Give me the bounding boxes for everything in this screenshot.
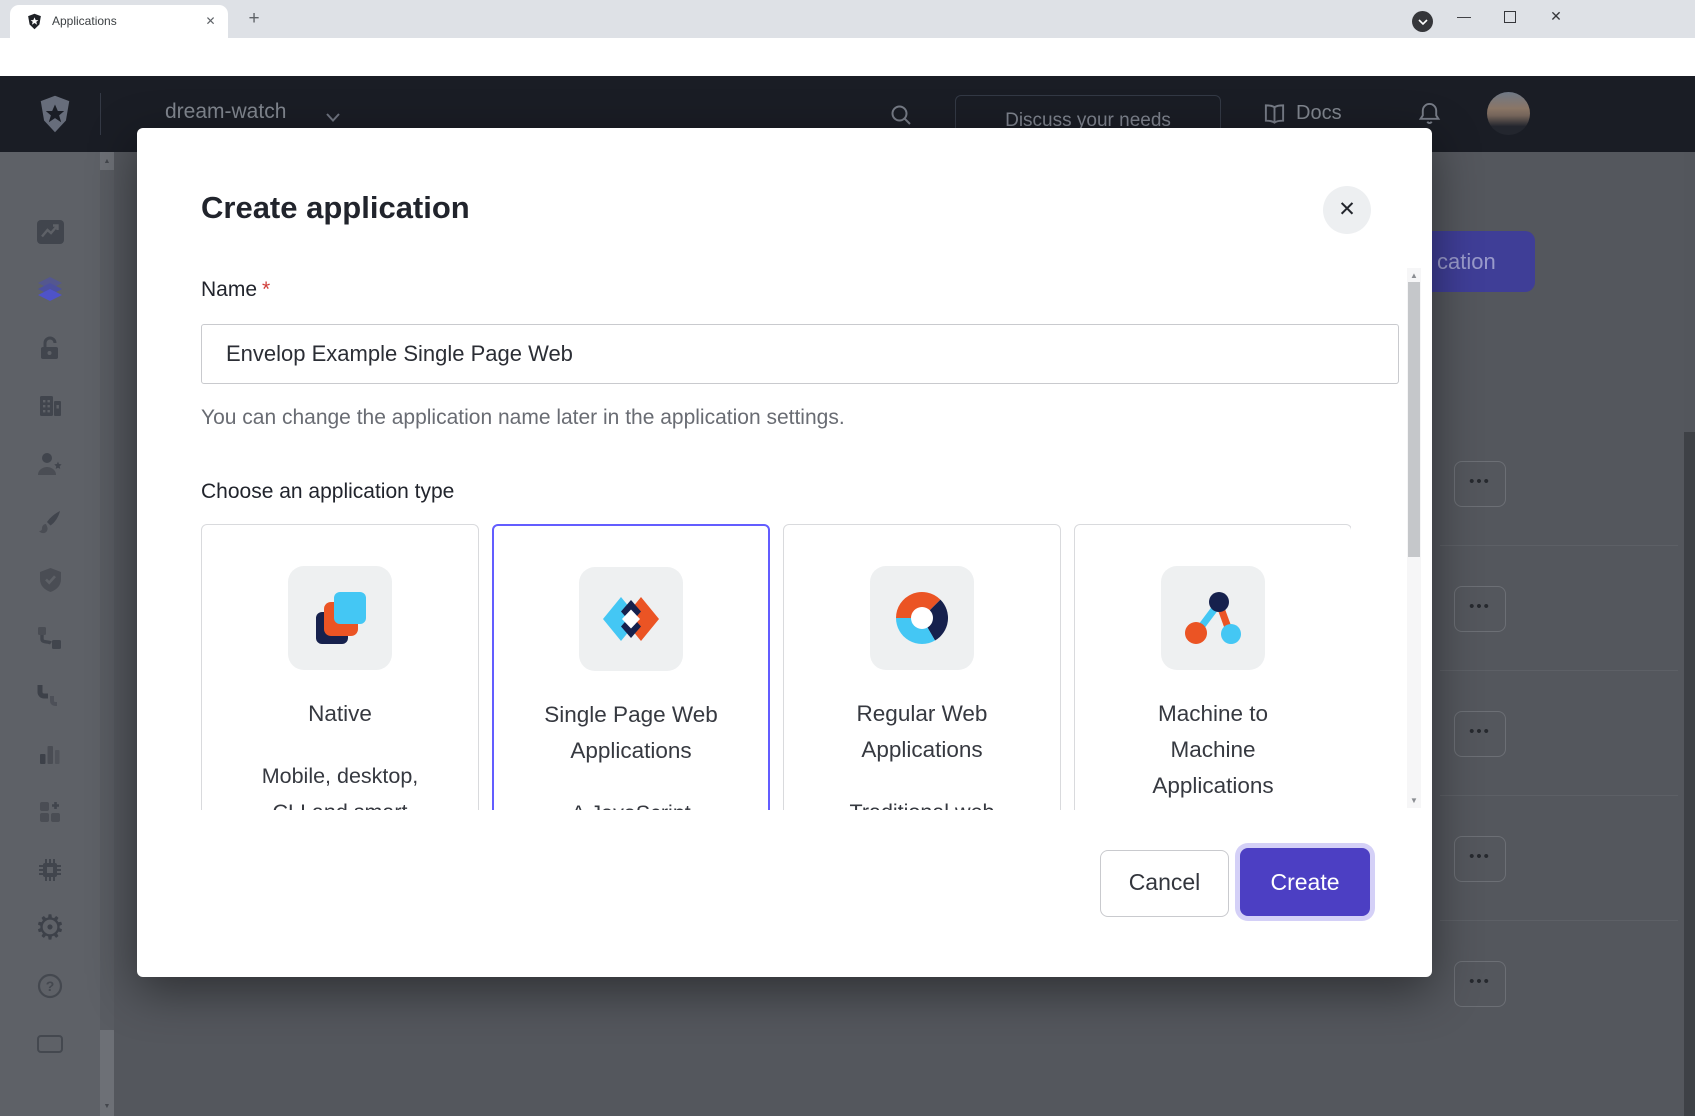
sidebar-item-extensions[interactable] [36,857,64,883]
card-title: Machine to Machine Applications [1146,696,1281,804]
native-stack-icon [308,586,372,650]
row-actions-menu-button[interactable]: ••• [1454,586,1506,632]
card-title: Single Page Web Applications [526,697,736,769]
sidebar-item-authentication[interactable] [36,335,64,361]
row-divider [1440,795,1678,796]
sidebar-scrollbar-thumb[interactable] [100,170,114,1030]
sidebar-item-security[interactable] [36,567,64,593]
auth0-favicon-icon [26,13,43,35]
create-application-modal: Create application ✕ Name* You can chang… [137,128,1432,977]
window-close-button[interactable]: ✕ [1535,0,1577,32]
card-description: Mobile, desktop, CLI and smart [245,758,435,810]
browser-tab-strip: Applications ✕ + — ✕ [0,0,1695,38]
card-single-page-web[interactable]: Single Page Web Applications A JavaScrip… [492,524,770,810]
notifications-bell-icon[interactable] [1418,102,1441,131]
maximize-icon [1504,11,1516,23]
sidebar-item-actions[interactable] [36,625,64,651]
cancel-button[interactable]: Cancel [1100,850,1229,917]
browser-tab-applications[interactable]: Applications ✕ [10,5,228,38]
modal-title: Create application [201,190,470,226]
new-tab-button[interactable]: + [244,9,264,29]
sidebar-item-activity[interactable] [36,219,64,245]
row-divider [1440,545,1678,546]
application-name-input[interactable] [201,324,1399,384]
docs-book-icon [1263,104,1286,129]
m2m-icon-tile [1161,566,1265,670]
card-regular-web[interactable]: Regular Web Applications Traditional web [783,524,1061,810]
modal-scrollbar-thumb[interactable] [1408,282,1420,557]
window-maximize-button[interactable] [1489,0,1531,32]
modal-scrollbar[interactable]: ▲ ▼ [1407,268,1421,808]
sidebar-item-branding[interactable] [36,509,64,535]
required-asterisk: * [262,278,270,301]
sidebar-item-monitoring[interactable] [36,741,64,767]
tenant-name[interactable]: dream-watch [165,100,286,124]
sidebar-item-help[interactable]: ? [36,973,64,999]
sidebar-item-applications[interactable] [36,277,64,303]
create-application-button-background[interactable]: cation [1432,231,1535,292]
name-help-text: You can change the application name late… [201,406,845,430]
regular-web-icon-tile [870,566,974,670]
card-description: Traditional web [827,794,1017,810]
card-title: Regular Web Applications [817,696,1027,768]
header-search-icon[interactable] [890,104,912,131]
tab-title: Applications [52,5,117,38]
user-avatar[interactable] [1487,92,1530,135]
page-scrollbar[interactable] [1684,152,1695,1116]
card-machine-to-machine[interactable]: Machine to Machine Applications [1074,524,1351,810]
m2m-network-icon [1181,586,1245,650]
screen: Applications ✕ + — ✕ ← → ⟳ man [0,0,1695,1116]
browser-toolbar: ← → ⟳ manage.auth0.com/dashboard/eu/drea… [0,38,1695,76]
sidebar-item-organizations[interactable] [36,393,64,419]
modal-close-icon[interactable]: ✕ [1323,186,1371,234]
sidebar-item-collapse[interactable] [36,1031,64,1057]
card-description: A JavaScript [536,795,726,810]
regular-web-donut-icon [890,586,954,650]
page-scrollbar-thumb[interactable] [1684,152,1695,432]
auth0-logo-icon [36,94,74,139]
svg-text:?: ? [46,978,55,994]
create-button[interactable]: Create [1240,848,1370,916]
header-divider [100,93,101,135]
name-label: Name* [201,278,270,302]
card-native[interactable]: Native Mobile, desktop, CLI and smart [201,524,479,810]
row-actions-menu-button[interactable]: ••• [1454,711,1506,757]
spa-icon-tile [579,567,683,671]
row-actions-menu-button[interactable]: ••• [1454,836,1506,882]
window-minimize-button[interactable]: — [1443,0,1485,32]
spa-diamond-icon [599,587,663,651]
native-icon-tile [288,566,392,670]
row-divider [1440,670,1678,671]
sidebar-item-auth-pipeline[interactable] [36,683,64,709]
row-actions-menu-button[interactable]: ••• [1454,461,1506,507]
sidebar-item-settings[interactable]: ⚙ [36,915,64,941]
row-divider [1440,920,1678,921]
sidebar-scrollbar[interactable]: ▲ ▼ [100,152,114,1116]
tenant-chevron-down-icon[interactable] [326,109,340,127]
sidebar-nav: ⚙ ? [0,152,100,1116]
sidebar-item-user-management[interactable] [36,451,64,477]
tab-close-icon[interactable]: ✕ [202,13,219,30]
docs-link[interactable]: Docs [1296,102,1342,125]
application-type-label: Choose an application type [201,480,454,504]
card-title: Native [235,696,445,732]
browser-profile-chevron-icon[interactable] [1412,11,1433,32]
sidebar-item-marketplace[interactable] [36,799,64,825]
row-actions-menu-button[interactable]: ••• [1454,961,1506,1007]
application-type-cards: Native Mobile, desktop, CLI and smart Si… [201,524,1351,810]
